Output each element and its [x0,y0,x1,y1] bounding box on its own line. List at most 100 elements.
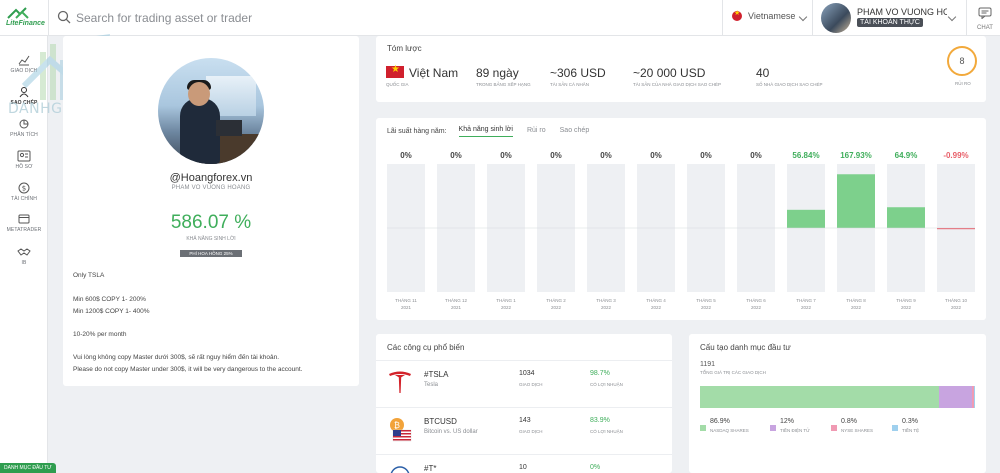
profile-card-icon [17,150,31,162]
chart-title: Lãi suất hàng năm: [387,128,447,135]
chevron-down-icon[interactable] [947,12,957,22]
portfolio-button[interactable]: DANH MỤC ĐẦU TƯ [0,463,56,473]
chart-tabs: Lãi suất hàng năm: Khả năng sinh lời Rủi… [387,126,603,137]
description-line: Vui lòng không copy Master dưới 300$, sẽ… [73,354,280,361]
chevron-down-icon[interactable] [798,12,808,22]
chat-label: CHAT [977,25,993,31]
portfolio-total: 1191 [700,361,716,368]
divider [966,0,967,36]
chart-line-icon [18,55,30,66]
stat-country: Việt Nam QUỐC GIA [386,64,458,87]
sidebar-item-finance[interactable]: $ TÀI CHÍNH [0,182,48,202]
litefinance-logo[interactable]: LiteFinance [4,6,48,32]
x-tick-label: THÁNG 6 [746,297,766,303]
legend-percent: 12% [780,418,795,425]
data-label: 0% [400,151,412,160]
portfolio-structure-card: Cấu tạo danh mục đầu tư 1191 TỔNG GIÁ TR… [689,334,986,473]
analysis-icon [19,119,29,129]
sidebar-item-label: PHÂN TÍCH [10,132,38,138]
description-line: Please do not copy Master under 300$, it… [73,366,303,373]
legend-swatch [831,425,837,431]
stat-copiers-count: 40 SỐ NHÀ GIAO DỊCH SAO CHÉP [756,66,823,87]
stat-value: ~20 000 USD [633,66,706,80]
description-line: Min 1200$ COPY 1- 400% [73,308,150,315]
language-label: Vietnamese [748,11,796,21]
data-label: 0% [600,151,612,160]
portfolio-segment [700,386,939,408]
vietnam-flag-icon [732,9,742,21]
legend-label: TIỀN TỆ [902,428,920,433]
instrument-row[interactable]: ₿ BTCUSD Bitcoin vs. US dollar 143 GIAO … [376,407,672,447]
tab-profitability[interactable]: Khả năng sinh lời [458,126,513,137]
instrument-symbol: #T* [424,464,437,473]
portfolio-segment [938,386,972,408]
sidebar-item-ib[interactable]: IB [0,246,48,266]
trade-count: 143 [519,417,531,424]
portfolio-title: Cấu tạo danh mục đầu tư [700,343,791,352]
profitable-percent: 83.9% [590,417,610,424]
x-tick-year-label: 2022 [751,305,762,310]
data-label: 0% [450,151,462,160]
x-tick-year-label: 2022 [651,305,662,310]
legend-percent: 86.9% [710,418,730,425]
commission-badge: PHÍ HOA HỒNG 25% [180,250,242,257]
x-tick-year-label: 2022 [951,305,962,310]
user-name[interactable]: PHAM VO VUONG HOA... [857,7,947,17]
instrument-row[interactable]: #TSLA Tesla 1034 GIAO DỊCH 98.7% CÓ LỢI … [376,360,672,400]
instrument-name: Bitcoin vs. US dollar [424,429,478,435]
description-line: Only TSLA [73,272,105,279]
terminal-icon [18,214,30,224]
data-label: 0% [700,151,712,160]
copy-trade-icon [19,87,29,98]
sidebar-item-metatrader[interactable]: METATRADER [0,213,48,233]
svg-text:₿: ₿ [394,421,400,430]
logo-text: LiteFinance [6,20,45,27]
stat-label: TRONG BẢNG XẾP HẠNG [476,82,531,87]
legend-label: TIỀN ĐIỆN TỬ [780,428,811,433]
language-selector[interactable]: Vietnamese [732,9,796,21]
trader-full-name: PHAM VO VUONG HOANG [171,185,251,191]
trader-profile-card: @Hoangforex.vn PHAM VO VUONG HOANG 586.0… [63,36,359,386]
x-tick-label: THÁNG 8 [846,297,866,303]
legend-label: NYSE SHARES [841,428,874,433]
sidebar-item-analysis[interactable]: PHÂN TÍCH [0,118,48,138]
profitability-label: KHẢ NĂNG SINH LỜI [186,236,236,242]
tesla-logo-icon [389,371,411,393]
stat-copier-assets: ~20 000 USD TÀI SẢN CỦA NHÀ GIAO DỊCH SA… [633,66,721,87]
user-avatar[interactable] [821,3,851,33]
x-tick-label: THÁNG 7 [796,297,816,303]
top-bar: LiteFinance Vietnamese PHAM VO VUONG HOA… [0,0,1000,36]
divider [48,0,49,36]
search-input[interactable] [76,8,576,28]
instrument-symbol: BTCUSD [424,417,457,426]
chat-button[interactable]: CHAT [974,6,996,31]
legend-label: NASDAQ SHARES [710,428,749,433]
portfolio-total-label: TỔNG GIÁ TRỊ CÁC GIAO DỊCH [700,370,766,375]
legend-percent: 0.8% [841,418,857,425]
x-tick-label: THÁNG 5 [696,297,716,303]
x-tick-label: THÁNG 9 [896,297,916,303]
x-tick-year-label: 2022 [901,305,912,310]
chat-icon [978,7,992,20]
annual-return-card: 0% THÁNG 11 2021 0% THÁNG 12 2021 0% THÁNG 1 202… [376,118,986,320]
x-tick-label: THÁNG 3 [596,297,616,303]
x-tick-year-label: 2022 [601,305,612,310]
summary-card: Tóm lược Việt Nam QUỐC GIA 89 ngày TRONG… [376,36,986,102]
data-label: 0% [750,151,762,160]
x-tick-year-label: 2021 [451,305,462,310]
trade-count: 10 [519,464,527,471]
instrument-symbol: #TSLA [424,370,449,379]
sidebar-item-trading[interactable]: GIAO DỊCH [0,54,48,74]
instrument-row[interactable]: #T* 10 0% [376,454,672,473]
legend-swatch [700,425,706,431]
sidebar-item-label: IB [21,260,27,266]
stat-label: TÀI SẢN CÁ NHÂN [550,82,590,87]
trade-count-label: GIAO DỊCH [519,382,543,387]
svg-text:$: $ [22,185,26,193]
sidebar-item-label: METATRADER [6,227,42,233]
legend-percent: 0.3% [902,418,918,425]
tab-risk[interactable]: Rủi ro [527,127,546,137]
tab-copying[interactable]: Sao chép [560,127,590,137]
x-tick-label: THÁNG 2 [546,297,566,303]
sidebar-item-profile[interactable]: HỒ SƠ [0,150,48,170]
